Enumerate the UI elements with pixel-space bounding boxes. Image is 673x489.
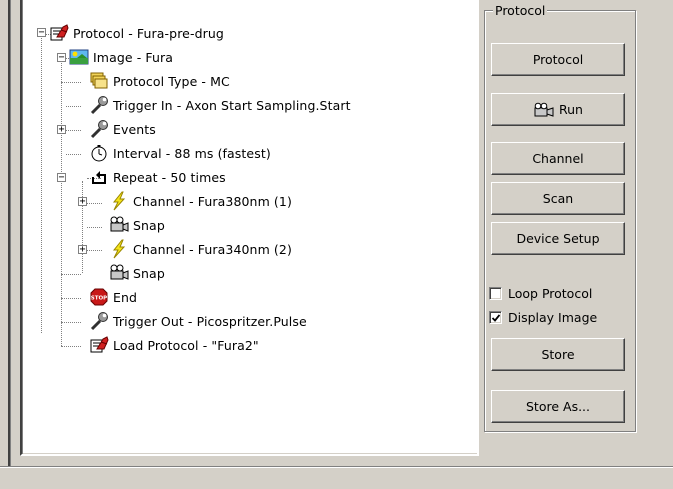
store-as-button[interactable]: Store As... bbox=[491, 390, 625, 423]
tree-item-label: Repeat - 50 times bbox=[113, 169, 226, 185]
tree-item-label: Snap bbox=[133, 217, 165, 233]
svg-text:STOP: STOP bbox=[91, 296, 107, 302]
stack-icon bbox=[89, 71, 109, 91]
camera-icon bbox=[109, 215, 129, 235]
protocol-hand-icon bbox=[49, 23, 69, 43]
tree-item-snap-2[interactable]: Snap bbox=[109, 262, 165, 284]
collapse-repeat-toggle[interactable]: − bbox=[57, 173, 66, 183]
bottom-divider-highlight bbox=[0, 467, 673, 468]
collapse-image-toggle[interactable]: − bbox=[57, 53, 66, 63]
protocol-button[interactable]: Protocol bbox=[491, 43, 625, 76]
loop-protocol-label: Loop Protocol bbox=[508, 285, 593, 301]
image-icon bbox=[69, 47, 89, 67]
tree-line-stub bbox=[61, 322, 81, 323]
expand-events-toggle[interactable]: + bbox=[57, 125, 66, 135]
run-button[interactable]: Run bbox=[491, 93, 625, 126]
stop-sign-icon: STOP bbox=[89, 287, 109, 307]
run-button-label: Run bbox=[559, 102, 583, 117]
tree-item-trigger-in[interactable]: Trigger In - Axon Start Sampling.Start bbox=[89, 94, 351, 116]
expand-channel-1-toggle[interactable]: + bbox=[78, 197, 87, 207]
tree-item-label: Snap bbox=[133, 265, 165, 281]
tree-item-end[interactable]: STOP End bbox=[89, 286, 137, 308]
tree-item-channel-1[interactable]: Channel - Fura380nm (1) bbox=[109, 190, 292, 212]
tree-line-stub bbox=[61, 82, 81, 83]
left-window-edge bbox=[0, 0, 11, 489]
tree-line-root-children bbox=[41, 33, 42, 333]
tree-line-stub bbox=[66, 106, 81, 107]
display-image-checkbox[interactable]: Display Image bbox=[489, 308, 597, 326]
tree-item-label: Image - Fura bbox=[93, 49, 174, 65]
tree-item-image[interactable]: Image - Fura bbox=[69, 46, 173, 68]
camera-icon bbox=[534, 102, 554, 117]
tree-item-label: Protocol Type - MC bbox=[113, 73, 230, 89]
loop-protocol-checkbox[interactable]: Loop Protocol bbox=[489, 284, 592, 302]
tree-item-protocol[interactable]: Protocol - Fura-pre-drug bbox=[49, 22, 224, 44]
stopwatch-icon bbox=[89, 143, 109, 163]
display-image-label: Display Image bbox=[508, 309, 598, 325]
tree-item-trigger-out[interactable]: Trigger Out - Picospritzer.Pulse bbox=[89, 310, 307, 332]
tree-item-repeat[interactable]: Repeat - 50 times bbox=[89, 166, 226, 188]
expand-channel-2-toggle[interactable]: + bbox=[78, 245, 87, 255]
channel-button[interactable]: Channel bbox=[491, 142, 625, 175]
tree-line-repeat-children bbox=[82, 181, 83, 273]
tree-item-label: Trigger Out - Picospritzer.Pulse bbox=[113, 313, 307, 329]
lightning-icon bbox=[109, 191, 129, 211]
tree-item-snap-1[interactable]: Snap bbox=[109, 214, 165, 236]
tree-line-stub bbox=[61, 274, 81, 275]
loop-protocol-checkbox-box[interactable] bbox=[489, 286, 502, 300]
tree-item-label: Events bbox=[113, 121, 156, 137]
protocol-hand-icon bbox=[89, 335, 109, 355]
tree-line-stub bbox=[61, 346, 81, 347]
tree-item-channel-2[interactable]: Channel - Fura340nm (2) bbox=[109, 238, 292, 260]
tree-item-label: End bbox=[113, 289, 138, 305]
device-setup-button[interactable]: Device Setup bbox=[491, 222, 625, 255]
camera-icon bbox=[109, 263, 129, 283]
tree-item-load-protocol[interactable]: Load Protocol - "Fura2" bbox=[89, 334, 259, 356]
tree-line-image-children bbox=[61, 57, 62, 346]
tree-item-events[interactable]: Events bbox=[89, 118, 156, 140]
lightning-icon bbox=[109, 239, 129, 259]
tree-line-stub bbox=[66, 154, 81, 155]
tree-item-label: Protocol - Fura-pre-drug bbox=[73, 25, 224, 41]
tree-item-label: Trigger In - Axon Start Sampling.Start bbox=[113, 97, 351, 113]
trigger-wrench-icon bbox=[89, 311, 109, 331]
protocol-tree[interactable]: − − + − + + Protocol - Fura-pre-drug Ima… bbox=[20, 0, 479, 456]
trigger-wrench-icon bbox=[89, 95, 109, 115]
trigger-wrench-icon bbox=[89, 119, 109, 139]
collapse-protocol-toggle[interactable]: − bbox=[37, 28, 46, 38]
tree-item-protocol-type[interactable]: Protocol Type - MC bbox=[89, 70, 230, 92]
tree-item-label: Load Protocol - "Fura2" bbox=[113, 337, 259, 353]
tree-item-label: Channel - Fura380nm (1) bbox=[133, 193, 292, 209]
scan-button[interactable]: Scan bbox=[491, 182, 625, 215]
repeat-icon bbox=[89, 167, 109, 187]
tree-line-stub bbox=[87, 227, 102, 228]
tree-line-stub bbox=[61, 298, 81, 299]
tree-item-label: Channel - Fura340nm (2) bbox=[133, 241, 292, 257]
protocol-group-title: Protocol bbox=[493, 3, 548, 18]
display-image-checkbox-box[interactable] bbox=[489, 310, 502, 324]
tree-item-interval[interactable]: Interval - 88 ms (fastest) bbox=[89, 142, 271, 164]
store-button[interactable]: Store bbox=[491, 338, 625, 371]
checkmark-icon bbox=[492, 313, 500, 322]
tree-item-label: Interval - 88 ms (fastest) bbox=[113, 145, 271, 161]
